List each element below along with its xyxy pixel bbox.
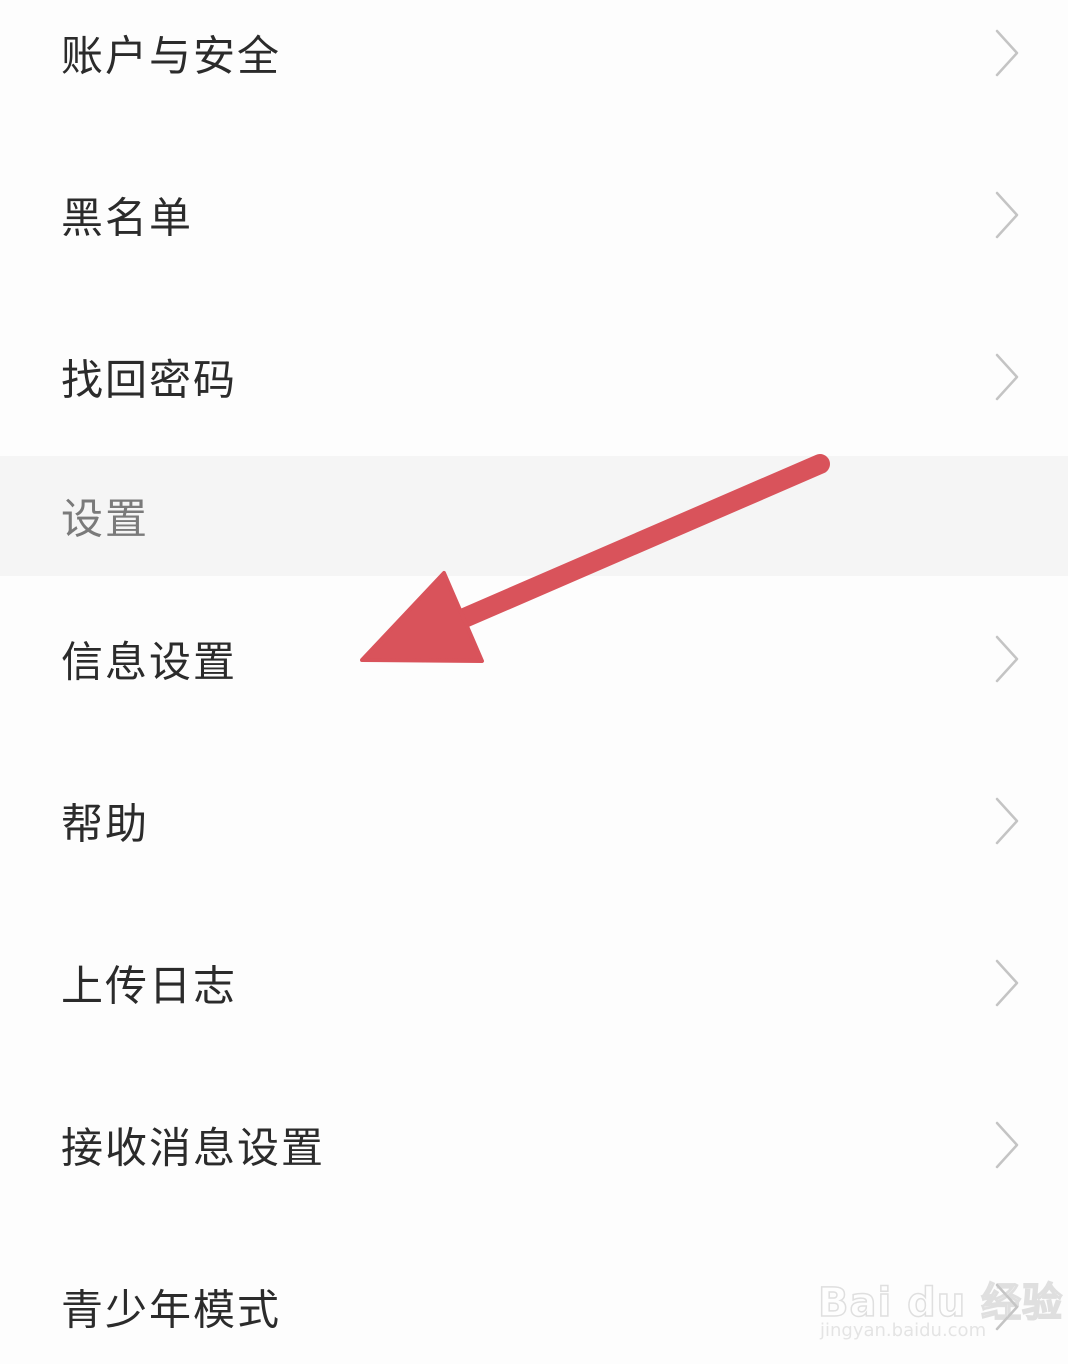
menu-item-label: 信息设置 (61, 637, 238, 687)
menu-item-label: 黑名单 (61, 193, 194, 243)
chevron-right-icon (995, 29, 1019, 77)
menu-item-label: 账户与安全 (61, 31, 282, 81)
menu-item-account-security[interactable]: 账户与安全 (0, 0, 1068, 134)
menu-item-upload-log[interactable]: 上传日志 (0, 902, 1068, 1064)
menu-item-blacklist[interactable]: 黑名单 (0, 134, 1068, 296)
menu-item-label: 上传日志 (61, 961, 238, 1011)
settings-screen: 账户与安全 黑名单 找回密码 设置 信息设置 帮助 上传日志 接收消息设置 青少… (0, 0, 1068, 1364)
menu-item-help[interactable]: 帮助 (0, 740, 1068, 902)
menu-item-label: 接收消息设置 (61, 1123, 326, 1173)
baidu-jingyan-watermark: Bai du 经验 jingyan.baidu.com (817, 1250, 1063, 1350)
menu-item-label: 找回密码 (61, 355, 238, 405)
chevron-right-icon (995, 635, 1019, 683)
menu-item-info-settings[interactable]: 信息设置 (0, 578, 1068, 740)
chevron-right-icon (995, 1121, 1019, 1169)
section-header-settings: 设置 (0, 456, 1068, 576)
watermark-url: jingyan.baidu.com (820, 1320, 987, 1341)
menu-item-recover-password[interactable]: 找回密码 (0, 296, 1068, 458)
menu-item-label: 青少年模式 (61, 1285, 282, 1335)
menu-item-label: 帮助 (61, 799, 150, 849)
section-header-label: 设置 (61, 494, 150, 544)
menu-item-message-settings[interactable]: 接收消息设置 (0, 1064, 1068, 1226)
chevron-right-icon (995, 191, 1019, 239)
chevron-right-icon (995, 797, 1019, 845)
chevron-right-icon (995, 353, 1019, 401)
chevron-right-icon (995, 959, 1019, 1007)
